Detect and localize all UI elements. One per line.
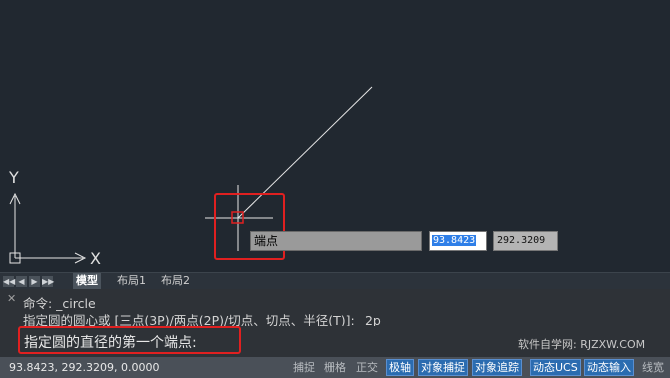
dynamic-input-x-field[interactable]: 93.8423 xyxy=(429,231,487,251)
next-tab-icon[interactable]: ▶ xyxy=(29,276,40,287)
dynamic-input-y-field[interactable]: 292.3209 xyxy=(493,231,558,251)
ucs-icon xyxy=(9,192,87,264)
last-tab-icon[interactable]: ▶▶ xyxy=(42,276,54,287)
ducs-toggle[interactable]: 动态UCS xyxy=(530,359,581,376)
otrack-toggle[interactable]: 对象追踪 xyxy=(472,359,522,376)
tab-model[interactable]: 模型 xyxy=(73,273,101,290)
watermark: 软件自学网: RJZXW.COM xyxy=(518,338,646,351)
highlight-box-prompt xyxy=(18,326,241,354)
ortho-toggle[interactable]: 正交 xyxy=(354,359,380,376)
snap-toggle[interactable]: 捕捉 xyxy=(291,359,317,376)
ucs-x-label: X xyxy=(90,249,101,268)
status-bar: 93.8423, 292.3209, 0.0000 捕捉 栅格 正交 极轴 对象… xyxy=(0,357,670,378)
grid-toggle[interactable]: 栅格 xyxy=(322,359,348,376)
tab-layout2[interactable]: 布局2 xyxy=(158,273,193,290)
dynamic-input-prompt: 端点 xyxy=(250,231,422,251)
layout-tab-bar: ◀◀ ◀ ▶ ▶▶ 模型 布局1 布局2 xyxy=(0,272,670,290)
lineweight-toggle[interactable]: 线宽 xyxy=(640,359,666,376)
close-icon[interactable]: ✕ xyxy=(7,292,16,305)
prev-tab-icon[interactable]: ◀ xyxy=(16,276,27,287)
osnap-toggle[interactable]: 对象捕捉 xyxy=(418,359,468,376)
polar-toggle[interactable]: 极轴 xyxy=(386,359,414,376)
coordinate-readout: 93.8423, 292.3209, 0.0000 xyxy=(9,361,160,374)
drawing-canvas[interactable]: Y X 端点 93.8423 292.3209 xyxy=(0,0,670,272)
dyn-toggle[interactable]: 动态输入 xyxy=(584,359,634,376)
tab-layout1[interactable]: 布局1 xyxy=(114,273,149,290)
dynamic-input-x-value: 93.8423 xyxy=(432,235,477,246)
first-tab-icon[interactable]: ◀◀ xyxy=(3,276,15,287)
ucs-y-label: Y xyxy=(9,168,19,187)
